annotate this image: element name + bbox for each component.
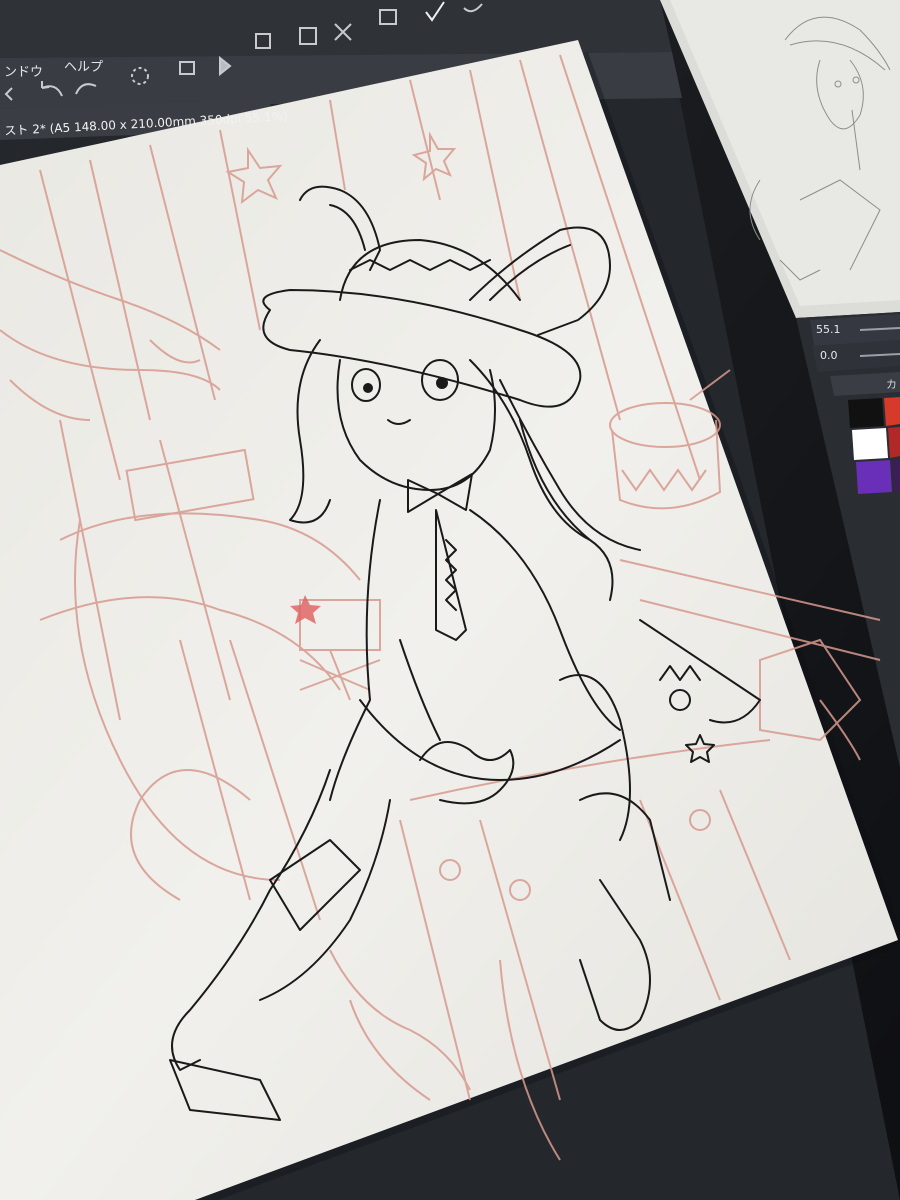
zoom-value: 55.1 — [816, 323, 841, 336]
document-title: スト 2* (A5 148.00 x 210.00mm 350dpi 55.1%… — [4, 109, 289, 138]
menu-window[interactable]: ンドウ — [4, 61, 43, 80]
tablet-photo: ンドウ ヘルプ スト 2* (A5 148.00 x 210.00mm 350d… — [0, 0, 900, 1200]
color-panel-tab[interactable]: カ — [886, 376, 897, 392]
menu-help[interactable]: ヘルプ — [64, 56, 103, 75]
rotation-value: 0.0 — [820, 349, 838, 362]
